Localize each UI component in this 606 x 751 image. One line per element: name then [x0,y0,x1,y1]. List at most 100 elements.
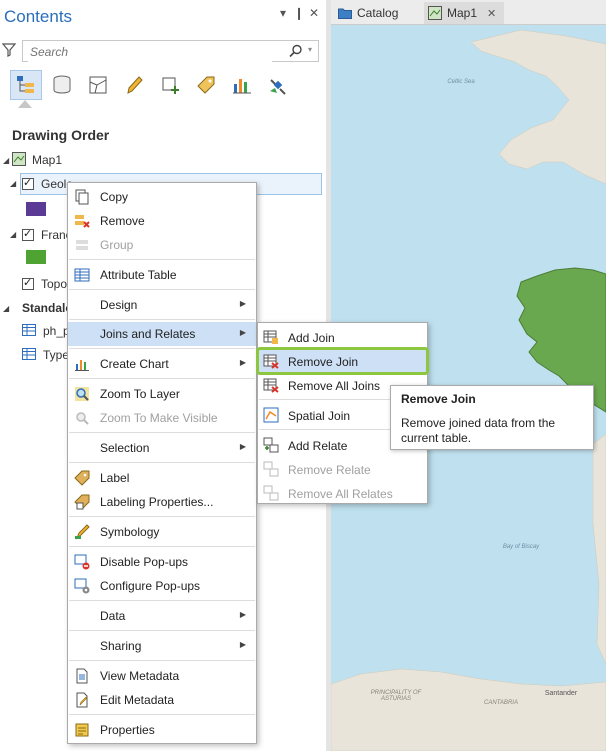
menu-item-label: Zoom To Layer [100,387,180,401]
tooltip-description: Remove joined data from the current tabl… [401,416,556,445]
tooltip-title: Remove Join [401,392,476,406]
menu-item-attribute-table[interactable]: Attribute Table [68,263,256,287]
submenu-arrow-icon: ▶ [239,328,246,337]
list-by-snapping-icon[interactable] [154,70,186,100]
remove-join-tooltip: Remove Join Remove joined data from the … [390,385,594,450]
menu-item-label: Labeling Properties... [100,495,214,509]
search-icon[interactable] [289,44,303,61]
menu-item-configure-popups[interactable]: Configure Pop-ups [68,574,256,598]
menu-item-label: Edit Metadata [100,693,175,707]
menu-item-label: Joins and Relates [100,327,196,341]
menu-item-edit-metadata[interactable]: Edit Metadata [68,688,256,712]
close-tab-icon[interactable]: ✕ [487,7,496,20]
menu-item-remove-all-relates[interactable]: Remove All Relates [258,481,427,505]
layer-context-menu: Copy Remove Group Attribute Table Design… [67,182,257,744]
configure-popups-icon [74,578,90,594]
submenu-arrow-icon: ▶ [239,610,246,619]
menu-item-properties[interactable]: Properties [68,718,256,742]
menu-item-remove-relate[interactable]: Remove Relate [258,457,427,481]
menu-separator [69,319,255,320]
map-label: CANTABRIA [484,700,518,706]
disable-popups-icon [74,554,90,570]
standalone-tables-header[interactable]: Standalo [22,301,73,315]
layer-visibility-checkbox[interactable] [22,276,34,290]
menu-item-data[interactable]: Data ▶ [68,604,256,628]
menu-item-design[interactable]: Design ▶ [68,293,256,317]
tab-map1[interactable]: Map1 ✕ [424,2,504,24]
menu-item-create-chart[interactable]: Create Chart ▶ [68,352,256,376]
tree-layer-label[interactable]: Topo [41,277,67,291]
menu-separator [69,462,255,463]
search-input[interactable]: ▾ [22,40,319,62]
table-icon [22,348,36,363]
filter-icon[interactable] [1,43,17,60]
pin-icon[interactable]: ❙ [294,6,304,20]
list-by-perspective-imagery-icon[interactable] [262,70,294,100]
submenu-arrow-icon: ▶ [239,299,246,308]
zoom-visible-icon [74,410,90,426]
close-pane-icon[interactable]: ✕ [309,6,319,20]
label-icon [74,470,90,486]
search-options-icon[interactable]: ▾ [308,45,312,54]
active-view-indicator [18,100,32,108]
remove-all-relates-icon [263,485,279,501]
menu-item-view-metadata[interactable]: View Metadata [68,664,256,688]
tab-catalog[interactable]: Catalog [336,2,418,24]
menu-item-label: Sharing [100,639,142,653]
menu-item-label: Remove [100,214,145,228]
layer-symbol-swatch[interactable] [26,250,46,264]
layer-symbol-swatch[interactable] [26,202,46,216]
list-by-charts-icon[interactable] [226,70,258,100]
list-by-source-icon[interactable] [46,70,78,100]
catalog-icon [338,7,352,19]
standalone-table-label[interactable]: Type [43,348,69,362]
list-by-editing-icon[interactable] [118,70,150,100]
spatial-join-icon [263,407,279,423]
layer-expander-icon[interactable]: ◢ [10,230,16,239]
menu-item-label: Add Join [288,331,335,345]
menu-separator [69,432,255,433]
menu-separator [69,259,255,260]
tree-map-label[interactable]: Map1 [32,153,62,167]
menu-item-add-join[interactable]: Add Join [258,325,427,349]
standalone-table-label[interactable]: ph_p [43,324,70,338]
submenu-arrow-icon: ▶ [239,442,246,451]
list-by-drawing-order-icon[interactable] [10,70,42,100]
map-expander-icon[interactable]: ◢ [3,156,9,165]
submenu-arrow-icon: ▶ [239,358,246,367]
map-label: Bay of Biscay [502,544,540,550]
menu-item-joins-and-relates[interactable]: Joins and Relates ▶ [68,322,256,346]
menu-item-symbology[interactable]: Symbology [68,520,256,544]
layer-expander-icon[interactable]: ◢ [10,179,16,188]
menu-item-zoom-to-layer[interactable]: Zoom To Layer [68,382,256,406]
menu-item-copy[interactable]: Copy [68,185,256,209]
map-label: PRINCIPALITY OF ASTURIAS [370,690,422,702]
list-by-selection-icon[interactable] [82,70,114,100]
menu-item-label: Selection [100,441,150,455]
tab-label: Catalog [357,6,399,20]
menu-item-label: Disable Pop-ups [100,555,189,569]
layer-visibility-checkbox[interactable] [22,227,34,241]
menu-item-group[interactable]: Group [68,233,256,257]
menu-item-remove[interactable]: Remove [68,209,256,233]
menu-item-sharing[interactable]: Sharing ▶ [68,634,256,658]
menu-item-label[interactable]: Label [68,466,256,490]
menu-item-label: Copy [100,190,129,204]
menu-item-remove-join[interactable]: Remove Join [256,347,429,375]
menu-item-label: Remove Join [288,355,359,369]
standalone-expander-icon[interactable]: ◢ [3,304,9,313]
search-field[interactable] [28,42,272,62]
list-by-labeling-icon[interactable] [190,70,222,100]
menu-item-labeling-properties[interactable]: Labeling Properties... [68,490,256,514]
layer-visibility-checkbox[interactable] [22,176,34,190]
menu-item-zoom-to-make-visible[interactable]: Zoom To Make Visible [68,406,256,430]
menu-item-label: Group [100,238,134,252]
view-metadata-icon [74,668,90,684]
menu-item-label: Symbology [100,525,160,539]
edit-metadata-icon [74,692,90,708]
pane-options-dropdown[interactable]: ▾ [280,6,286,20]
menu-item-disable-popups[interactable]: Disable Pop-ups [68,550,256,574]
menu-item-selection[interactable]: Selection ▶ [68,436,256,460]
menu-item-label: Label [100,471,130,485]
menu-item-label: View Metadata [100,669,180,683]
